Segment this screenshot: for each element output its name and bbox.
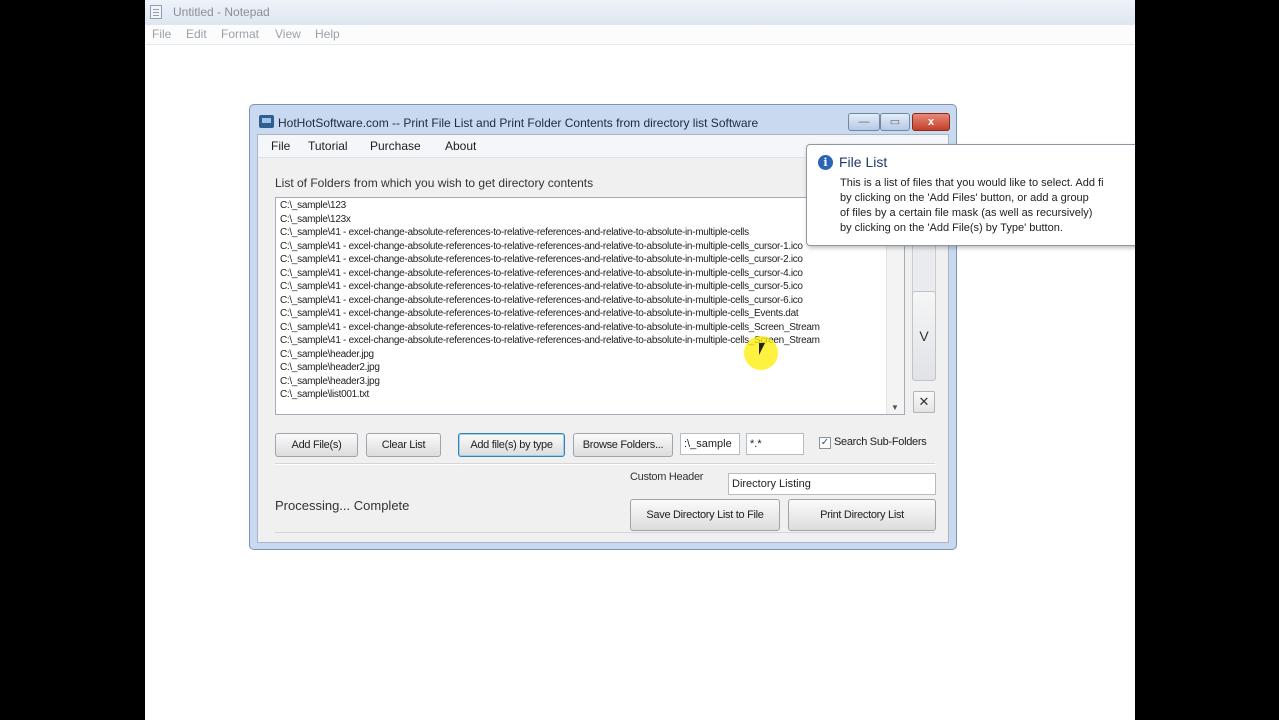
list-item[interactable]: C:\_sample\41 - excel-change-absolute-re… [280,334,886,348]
desktop-screen: Untitled - Notepad File Edit Format View… [145,0,1135,720]
menu-tutorial[interactable]: Tutorial [308,139,348,153]
menu-about[interactable]: About [445,139,476,153]
list-item[interactable]: C:\_sample\41 - excel-change-absolute-re… [280,307,886,321]
custom-header-input[interactable]: Directory Listing [728,473,936,495]
custom-header-label: Custom Header [630,471,704,483]
save-directory-list-button[interactable]: Save Directory List to File [630,499,780,531]
list-item[interactable]: C:\_sample\41 - excel-change-absolute-re… [280,253,886,267]
notepad-icon [150,5,162,19]
list-item[interactable]: C:\_sample\list001.txt [280,388,886,402]
close-button[interactable]: x [912,113,950,131]
tooltip-line: by clicking on the 'Add Files' button, o… [840,192,1089,204]
list-item[interactable]: C:\_sample\123 [280,199,886,213]
menu-file[interactable]: File [271,139,290,153]
list-item[interactable]: C:\_sample\41 - excel-change-absolute-re… [280,240,886,254]
notepad-menu-format[interactable]: Format [221,27,259,41]
folder-path-input[interactable]: :\_sample [680,433,740,455]
status-text: Processing... Complete [275,498,410,513]
notepad-title: Untitled - Notepad [173,5,270,19]
tooltip-title: File List [839,154,888,170]
tooltip-line: of files by a certain file mask (as well… [840,207,1093,219]
clear-list-button[interactable]: Clear List [366,433,441,457]
scroll-down-arrow-icon[interactable]: ▼ [891,403,899,412]
list-item[interactable]: C:\_sample\41 - excel-change-absolute-re… [280,294,886,308]
remove-item-button[interactable]: ✕ [913,391,935,413]
separator [275,532,935,533]
print-directory-list-button[interactable]: Print Directory List [788,499,936,531]
notepad-menu-edit[interactable]: Edit [186,27,207,41]
minimize-button[interactable]: — [848,113,880,131]
file-list-tooltip: i File List This is a list of files that… [806,144,1135,246]
tooltip-line: This is a list of files that you would l… [840,177,1104,189]
tooltip-body: This is a list of files that you would l… [840,176,1135,236]
file-list-items: C:\_sample\123 C:\_sample\123x C:\_sample\… [280,199,886,402]
file-mask-input[interactable]: *.* [746,433,804,455]
app-icon [259,115,274,128]
browse-folders-button[interactable]: Browse Folders... [573,433,673,457]
mouse-cursor-icon [759,343,765,355]
notepad-menu-help[interactable]: Help [315,27,340,41]
window-title: HotHotSoftware.com -- Print File List an… [278,116,759,130]
folder-list-label: List of Folders from which you wish to g… [275,176,594,190]
list-item[interactable]: C:\_sample\header2.jpg [280,361,886,375]
move-down-button[interactable]: V [912,291,936,381]
notepad-menu-view[interactable]: View [275,27,301,41]
list-item[interactable]: C:\_sample\41 - excel-change-absolute-re… [280,321,886,335]
search-subfolders-checkbox[interactable]: ✓ [819,437,831,449]
notepad-titlebar: Untitled - Notepad [145,0,1135,25]
notepad-menubar: File Edit Format View Help [145,25,1135,45]
add-files-button[interactable]: Add File(s) [275,433,358,457]
tooltip-line: by clicking on the 'Add File(s) by Type'… [840,222,1063,234]
list-item[interactable]: C:\_sample\123x [280,213,886,227]
search-subfolders-label: Search Sub-Folders [834,436,927,448]
list-item[interactable]: C:\_sample\41 - excel-change-absolute-re… [280,226,886,240]
list-item[interactable]: C:\_sample\header.jpg [280,348,886,362]
notepad-menu-file[interactable]: File [152,27,171,41]
maximize-button[interactable]: ▭ [880,113,910,131]
list-item[interactable]: C:\_sample\41 - excel-change-absolute-re… [280,267,886,281]
add-files-by-type-button[interactable]: Add file(s) by type [458,433,565,457]
menu-purchase[interactable]: Purchase [370,139,421,153]
separator [275,463,935,465]
info-icon: i [818,155,833,170]
list-item[interactable]: C:\_sample\header3.jpg [280,375,886,389]
list-item[interactable]: C:\_sample\41 - excel-change-absolute-re… [280,280,886,294]
